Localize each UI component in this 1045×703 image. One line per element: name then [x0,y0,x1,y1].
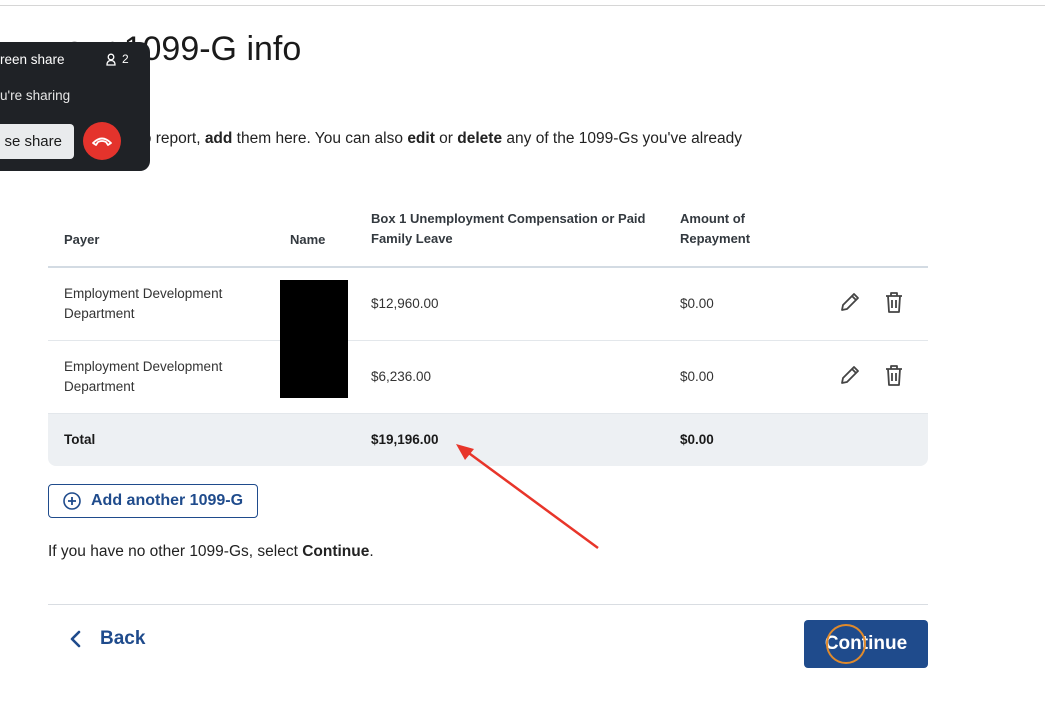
table-row: Employment Development Department $6,236… [48,341,928,414]
column-header-name: Name [290,232,326,247]
plus-circle-icon [63,492,81,510]
end-share-button[interactable] [83,122,121,160]
edit-pencil-icon[interactable] [838,290,862,316]
table-header: Payer Name Box 1 Unemployment Compensati… [48,196,928,268]
form-1099g-table: Payer Name Box 1 Unemployment Compensati… [48,196,928,466]
column-header-payer: Payer [64,232,100,247]
top-divider [0,5,1045,6]
payer-cell: Employment Development Department [64,286,223,321]
repayment-cell: $0.00 [680,296,714,311]
back-label: Back [100,628,146,649]
chevron-left-icon [70,630,81,648]
payer-cell: Employment Development Department [64,359,223,394]
total-label: Total [64,432,96,447]
viewer-count: 2 [106,52,129,66]
total-row: Total $19,196.00 $0.00 [48,414,928,466]
back-button[interactable]: Back [68,628,145,650]
person-icon [106,53,116,66]
redacted-name-block [280,280,348,398]
box1-cell: $6,236.00 [371,369,432,384]
continue-button[interactable]: Continue [804,620,928,668]
screen-share-title: reen share [0,52,65,67]
total-repayment: $0.00 [680,432,714,447]
footer-divider [48,604,928,605]
screen-share-panel: reen share 2 u're sharing se share [0,42,150,171]
box1-cell: $12,960.00 [371,296,439,311]
intro-text: ore 1099-Gs to report, add them here. Yo… [48,130,743,147]
repayment-cell: $0.00 [680,369,714,384]
trash-icon[interactable] [882,363,906,389]
pause-share-button[interactable]: se share [0,124,74,159]
trash-icon[interactable] [882,290,906,316]
column-header-repayment: Amount of Repayment [680,211,751,246]
add-another-1099g-button[interactable]: Add another 1099-G [48,484,258,518]
total-box1: $19,196.00 [371,432,439,447]
add-another-label: Add another 1099-G [91,492,244,509]
hang-up-phone-icon [92,137,112,146]
screen-share-status: u're sharing [0,88,71,103]
table-row: Employment Development Department $12,96… [48,268,928,341]
edit-pencil-icon[interactable] [838,363,862,389]
continue-hint: If you have no other 1099-Gs, select Con… [48,543,374,560]
column-header-box1: Box 1 Unemployment Compensation or Paid … [371,211,646,246]
